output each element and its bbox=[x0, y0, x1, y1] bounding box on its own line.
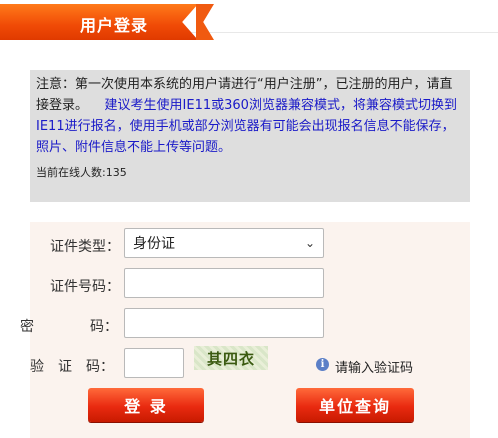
id-number-input[interactable] bbox=[124, 268, 324, 298]
unit-query-button[interactable]: 单位查询 bbox=[296, 388, 414, 422]
captcha-hint: 请输入验证码 bbox=[335, 361, 414, 376]
online-count-value: 135 bbox=[105, 166, 127, 179]
password-label-right: 码： bbox=[90, 319, 118, 335]
online-count-label: 当前在线人数: bbox=[36, 166, 106, 179]
notice-panel: 注意：第一次使用本系统的用户请进行“用户注册”，已注册的用户，请直接登录。 建议… bbox=[30, 70, 470, 202]
header-banner-accent bbox=[196, 4, 214, 40]
password-input[interactable] bbox=[124, 308, 324, 338]
captcha-image[interactable]: 其四衣 bbox=[194, 346, 268, 370]
id-number-label: 证件号码： bbox=[50, 279, 120, 295]
login-button[interactable]: 登 录 bbox=[88, 388, 204, 422]
password-label-left: 密 bbox=[20, 319, 34, 335]
info-icon: i bbox=[316, 358, 329, 371]
browser-advice-text: 建议考生使用IE11或360浏览器兼容模式，将兼容模式切换到IE11进行报名，使… bbox=[36, 98, 457, 155]
chevron-down-icon: ⌄ bbox=[304, 236, 315, 250]
id-type-selected-value: 身份证 bbox=[133, 236, 175, 252]
page-title: 用户登录 bbox=[80, 16, 149, 35]
id-type-select[interactable]: 身份证 ⌄ bbox=[124, 228, 324, 258]
captcha-label: 验 证 码： bbox=[30, 359, 114, 375]
captcha-input[interactable] bbox=[124, 348, 184, 378]
online-count: 当前在线人数:135 bbox=[36, 162, 464, 183]
id-type-label: 证件类型： bbox=[50, 239, 120, 255]
captcha-image-text: 其四衣 bbox=[206, 349, 255, 368]
